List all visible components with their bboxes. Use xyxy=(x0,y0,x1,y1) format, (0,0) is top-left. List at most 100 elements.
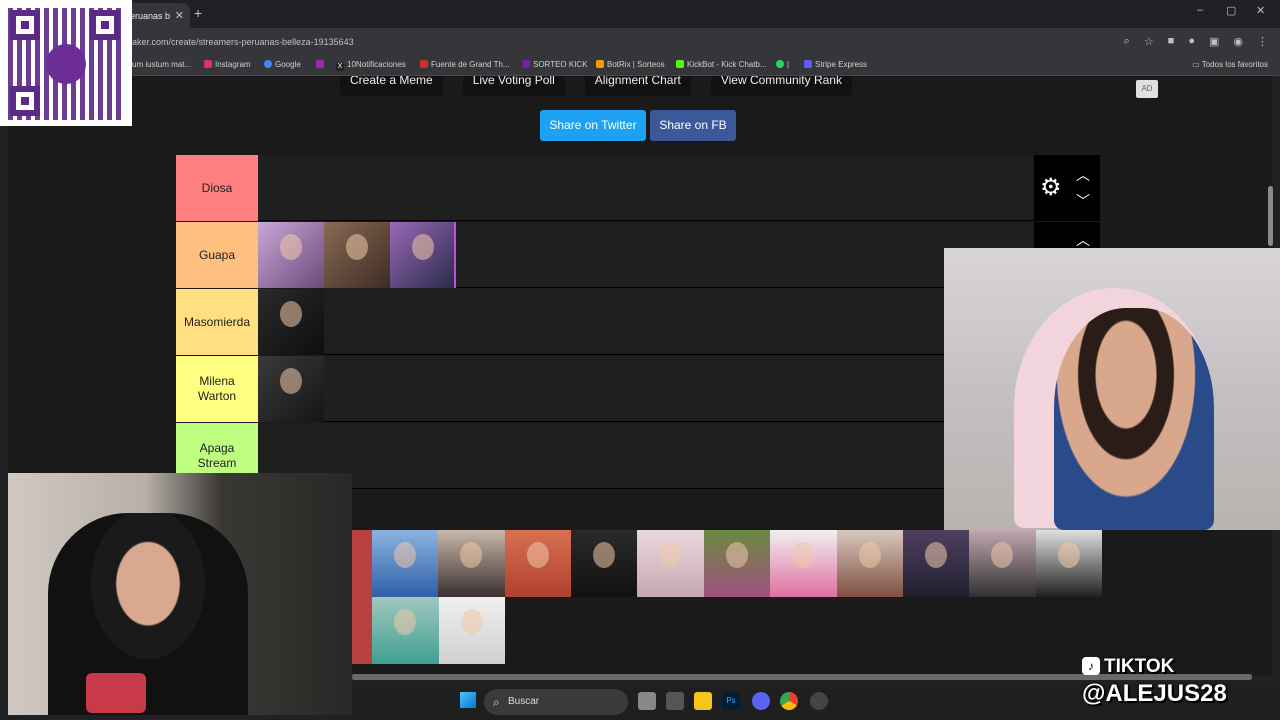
bookmark-item[interactable]: BotRix | Sorteos xyxy=(596,60,665,69)
share-fb-button[interactable]: Share on FB xyxy=(650,110,736,141)
google-icon xyxy=(264,60,272,68)
pool-image[interactable] xyxy=(571,530,638,597)
font-icon xyxy=(420,60,428,68)
bookmark-item[interactable]: Stripe Express xyxy=(804,60,867,69)
chevron-up-icon[interactable]: ︿ xyxy=(1076,165,1090,185)
tier-controls: ︿ xyxy=(1034,222,1100,248)
pool-image[interactable] xyxy=(836,530,903,597)
tiktok-icon: ♪ xyxy=(1082,657,1100,675)
browser-tab[interactable]: eruanas b ✕ xyxy=(124,3,190,28)
tier-label[interactable]: Masomierda xyxy=(176,289,258,355)
create-meme-button[interactable]: Create a Meme xyxy=(340,76,443,96)
bookmark-item[interactable]: | xyxy=(776,60,789,69)
tier-item-image[interactable] xyxy=(324,222,390,288)
app-icon[interactable] xyxy=(666,692,684,710)
pool-image[interactable] xyxy=(969,530,1036,597)
windows-start-icon[interactable] xyxy=(460,692,476,708)
guest-figure xyxy=(1054,308,1214,530)
ad-badge: AD xyxy=(1136,80,1158,98)
close-window-icon[interactable]: ✕ xyxy=(1256,4,1265,17)
bookmark-item[interactable] xyxy=(316,60,327,69)
vertical-scrollbar[interactable] xyxy=(1268,186,1273,246)
bookmark-item[interactable]: Google xyxy=(264,60,301,69)
bookmark-star-icon[interactable]: ☆ xyxy=(1144,35,1154,48)
qr-corner xyxy=(10,86,40,116)
avatar[interactable]: ◉ xyxy=(1233,35,1243,48)
minimize-icon[interactable]: – xyxy=(1197,4,1203,16)
discord-icon[interactable] xyxy=(752,692,770,710)
bookmark-item[interactable]: Fuente de Grand Th... xyxy=(420,60,510,69)
pool-image[interactable] xyxy=(352,530,372,597)
tier-row-milena-warton[interactable]: Milena Warton xyxy=(176,356,1033,422)
bookmark-label: Stripe Express xyxy=(815,60,868,69)
bookmark-item[interactable]: um iustum mat... xyxy=(132,60,191,69)
bookmark-item[interactable]: Instagram xyxy=(204,60,251,69)
pool-image[interactable] xyxy=(1035,530,1103,597)
pool-image[interactable] xyxy=(372,597,439,664)
close-tab-icon[interactable]: ✕ xyxy=(175,9,184,22)
bookmark-label: Google xyxy=(275,60,301,69)
live-voting-poll-button[interactable]: Live Voting Poll xyxy=(462,76,565,96)
tier-label[interactable]: Guapa xyxy=(176,222,258,288)
tier-item-image[interactable] xyxy=(258,222,324,288)
tier-items[interactable] xyxy=(258,356,324,422)
gear-icon[interactable]: ⚙ xyxy=(1040,173,1062,202)
pool-image[interactable] xyxy=(438,530,505,597)
folder-icon[interactable] xyxy=(694,692,712,710)
tier-items[interactable] xyxy=(258,289,324,355)
tier-items[interactable] xyxy=(258,222,456,288)
taskbar-search[interactable]: Buscar xyxy=(484,689,628,715)
all-bookmarks-folder[interactable]: ▭ Todos los favoritos xyxy=(1192,60,1268,69)
pool-image[interactable] xyxy=(438,597,506,664)
tier-item-image[interactable] xyxy=(390,222,456,288)
photoshop-icon[interactable]: Ps xyxy=(722,692,740,710)
new-tab-icon[interactable]: + xyxy=(194,5,202,21)
tier-row-guapa[interactable]: Guapa xyxy=(176,222,1033,288)
puzzle-icon[interactable]: ▣ xyxy=(1209,35,1219,48)
tier-row-diosa[interactable]: Diosa xyxy=(176,155,1033,221)
maximize-icon[interactable]: ▢ xyxy=(1226,4,1236,17)
app-icon[interactable] xyxy=(810,692,828,710)
bookmark-item[interactable]: KickBot - Kick Chatb... xyxy=(676,60,767,69)
share-twitter-button[interactable]: Share on Twitter xyxy=(540,110,646,141)
pool-image[interactable] xyxy=(770,530,837,597)
chrome-icon[interactable] xyxy=(780,692,798,710)
bookmark-item[interactable]: X 10Notificaciones xyxy=(336,60,406,71)
extension-icon[interactable]: ■ xyxy=(1168,35,1175,48)
bookmark-item[interactable]: SORTEO KICK xyxy=(522,60,588,69)
tier-row-masomierda[interactable]: Masomierda xyxy=(176,289,1033,355)
tier-label[interactable]: Milena Warton xyxy=(176,356,258,422)
profile-icon[interactable]: ● xyxy=(1188,35,1195,48)
pool-image[interactable] xyxy=(352,597,372,664)
pool-image[interactable] xyxy=(504,530,572,597)
top-button-row: Create a Meme Live Voting Poll Alignment… xyxy=(340,76,852,96)
chevron-down-icon[interactable]: ﹀ xyxy=(1076,191,1090,211)
bookmarks-bar: um iustum mat... Instagram Google X 10Not… xyxy=(0,56,1280,76)
tier-item-image[interactable] xyxy=(258,289,324,355)
bookmark-label: | xyxy=(787,60,790,69)
instagram-icon xyxy=(204,60,212,68)
alignment-chart-button[interactable]: Alignment Chart xyxy=(584,76,691,96)
qr-corner xyxy=(10,10,40,40)
url-field[interactable]: aker.com/create/streamers-peruanas-belle… xyxy=(132,37,354,47)
tiktok-label: TIKTOK xyxy=(1104,656,1175,677)
tier-item-image[interactable] xyxy=(258,356,324,422)
chevron-up-icon[interactable]: ︿ xyxy=(1076,230,1090,250)
bookmark-label: Instagram xyxy=(215,60,251,69)
yape-logo xyxy=(46,44,86,84)
pool-image[interactable] xyxy=(371,530,439,597)
pool-image[interactable] xyxy=(703,530,771,597)
toolbar-icons: ⌕ ☆ ■ ● ▣ ◉ ⋮ xyxy=(1124,35,1268,48)
zoom-icon[interactable]: ⌕ xyxy=(1124,35,1130,48)
pool-image[interactable] xyxy=(902,530,970,597)
bookmark-label: KickBot - Kick Chatb... xyxy=(687,60,767,69)
pool-image[interactable] xyxy=(637,530,704,597)
streamer-figure xyxy=(48,513,248,715)
tier-controls: ⚙ ︿ ﹀ xyxy=(1034,155,1100,221)
menu-icon[interactable]: ⋮ xyxy=(1257,35,1268,48)
task-view-icon[interactable] xyxy=(638,692,656,710)
tier-label[interactable]: Diosa xyxy=(176,155,258,221)
microphone xyxy=(86,673,146,713)
view-community-rank-button[interactable]: View Community Rank xyxy=(710,76,852,96)
kick-icon xyxy=(522,60,530,68)
